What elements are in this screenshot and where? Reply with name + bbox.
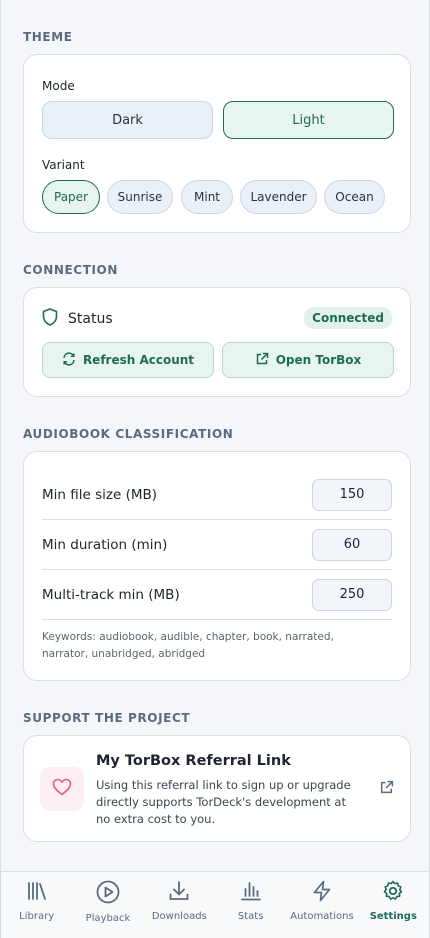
open-torbox-button[interactable]: Open TorBox: [222, 342, 394, 378]
nav-playback[interactable]: Playback: [74, 872, 142, 938]
heart-icon-badge: [40, 767, 84, 811]
refresh-account-label: Refresh Account: [82, 353, 195, 367]
shield-icon: [42, 308, 58, 330]
variant-label: Variant: [42, 158, 85, 172]
nav-library-label: Library: [19, 911, 55, 922]
heart-icon: [52, 778, 72, 800]
min-file-size-row: Min file size (MB) 150: [42, 470, 392, 520]
refresh-icon: [62, 351, 76, 369]
refresh-account-button[interactable]: Refresh Account: [42, 342, 214, 378]
gear-icon: [382, 880, 404, 911]
mode-dark-button[interactable]: Dark: [42, 101, 213, 139]
referral-title: My TorBox Referral Link: [96, 753, 291, 769]
nav-downloads[interactable]: Downloads: [145, 872, 213, 938]
min-file-size-label: Min file size (MB): [42, 486, 158, 503]
nav-playback-label: Playback: [85, 913, 131, 924]
min-duration-input[interactable]: 60: [312, 528, 392, 561]
audiobook-section-title: AUDIOBOOK CLASSIFICATION: [23, 427, 234, 441]
support-section-title: SUPPORT THE PROJECT: [23, 711, 191, 725]
download-icon: [168, 880, 190, 911]
connection-section-title: CONNECTION: [23, 263, 118, 277]
referral-external-link-icon[interactable]: [379, 780, 394, 799]
nav-settings-label: Settings: [369, 911, 417, 922]
multi-track-min-label: Multi-track min (MB): [42, 586, 180, 603]
external-link-icon: [255, 352, 269, 369]
keywords-text: Keywords: audiobook, audible, chapter, b…: [42, 631, 334, 660]
status-label: Status: [68, 311, 113, 327]
library-icon: [26, 880, 48, 911]
bottom-nav: Library Playback Downloads Stats Automat…: [1, 871, 429, 938]
theme-card: Mode Dark Light Variant Paper Sunrise Mi…: [23, 54, 411, 233]
nav-automations[interactable]: Automations: [288, 872, 356, 938]
variant-lavender[interactable]: Lavender: [240, 180, 317, 214]
mode-label: Mode: [42, 79, 75, 93]
referral-description: Using this referral link to sign up or u…: [96, 778, 351, 826]
nav-downloads-label: Downloads: [151, 911, 207, 922]
variant-mint[interactable]: Mint: [181, 180, 233, 214]
lightning-icon: [311, 880, 333, 911]
play-circle-icon: [96, 880, 120, 913]
nav-library[interactable]: Library: [3, 872, 71, 938]
connection-card: Status Connected Refresh Account Open To…: [23, 287, 411, 397]
variant-ocean[interactable]: Ocean: [324, 180, 385, 214]
min-file-size-input[interactable]: 150: [312, 478, 392, 511]
variant-sunrise[interactable]: Sunrise: [107, 180, 173, 214]
audiobook-card: Min file size (MB) 150 Min duration (min…: [23, 451, 411, 681]
status-row: Status Connected: [42, 307, 392, 330]
nav-settings[interactable]: Settings: [359, 872, 427, 938]
theme-section-title: THEME: [23, 30, 73, 44]
bar-chart-icon: [240, 880, 262, 911]
multi-track-min-row: Multi-track min (MB) 250: [42, 570, 392, 620]
mode-light-button[interactable]: Light: [223, 101, 394, 139]
multi-track-min-input[interactable]: 250: [312, 578, 392, 611]
variant-paper[interactable]: Paper: [42, 180, 100, 214]
nav-stats-label: Stats: [237, 911, 264, 922]
open-torbox-label: Open TorBox: [275, 353, 362, 367]
min-duration-row: Min duration (min) 60: [42, 520, 392, 570]
nav-automations-label: Automations: [290, 911, 354, 922]
nav-stats[interactable]: Stats: [217, 872, 285, 938]
min-duration-label: Min duration (min): [42, 536, 168, 553]
referral-card[interactable]: My TorBox Referral Link Using this refer…: [23, 735, 411, 842]
status-badge: Connected: [304, 307, 392, 329]
